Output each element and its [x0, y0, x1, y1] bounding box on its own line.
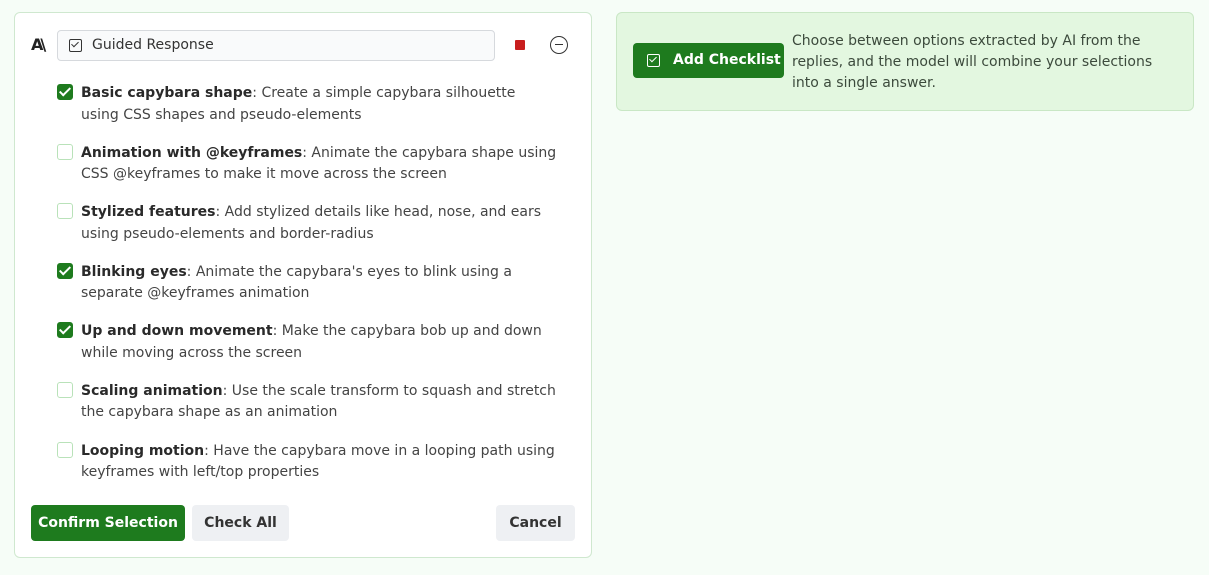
checklist-item[interactable]: Scaling animation: Use the scale transfo…: [57, 381, 557, 441]
stop-icon: [515, 40, 525, 50]
checklist-item-text: Looping motion: Have the capybara move i…: [81, 441, 557, 484]
checklist-item-title: Animation with @keyframes: [81, 144, 303, 161]
confirm-selection-button[interactable]: Confirm Selection: [31, 505, 185, 541]
checklist-item[interactable]: Looping motion: Have the capybara move i…: [57, 441, 557, 501]
add-checklist-button[interactable]: Add Checklist: [633, 43, 784, 78]
title-field[interactable]: Guided Response: [57, 30, 495, 61]
checklist-item-text: Basic capybara shape: Create a simple ca…: [81, 83, 557, 126]
checkbox-checked[interactable]: [57, 322, 73, 339]
checklist-item-title: Blinking eyes: [81, 263, 187, 280]
checklist-item-title: Stylized features: [81, 204, 216, 221]
checkbox-unchecked[interactable]: [57, 441, 73, 458]
add-checklist-label: Add Checklist: [673, 52, 781, 68]
checklist-item[interactable]: Stylized features: Add stylized details …: [57, 202, 557, 262]
guided-response-panel: A\ Guided Response Basic capybara shape:…: [14, 12, 592, 558]
checklist-icon: [69, 39, 82, 52]
checkbox-checked[interactable]: [57, 262, 73, 279]
cancel-button[interactable]: Cancel: [496, 505, 575, 541]
title-text: Guided Response: [92, 37, 214, 53]
checklist-item[interactable]: Animation with @keyframes: Animate the c…: [57, 143, 557, 203]
checklist-item[interactable]: Up and down movement: Make the capybara …: [57, 321, 557, 381]
checklist-icon: [647, 54, 660, 67]
checklist-item[interactable]: Blinking eyes: Animate the capybara's ey…: [57, 262, 557, 322]
checklist-item-title: Up and down movement: [81, 323, 273, 340]
info-text: Choose between options extracted by AI f…: [792, 33, 1153, 91]
checklist-item[interactable]: Basic capybara shape: Create a simple ca…: [57, 83, 557, 143]
checklist-item-text: Animation with @keyframes: Animate the c…: [81, 143, 557, 186]
checklist-item-text: Scaling animation: Use the scale transfo…: [81, 381, 557, 424]
checkbox-unchecked[interactable]: [57, 143, 73, 160]
checkbox-unchecked[interactable]: [57, 381, 73, 398]
checklist-item-title: Basic capybara shape: [81, 85, 253, 101]
panel-header: A\ Guided Response: [15, 13, 591, 77]
anthropic-logo-icon: A\: [31, 35, 46, 54]
checkbox-checked[interactable]: [57, 84, 73, 100]
checklist-item-text: Blinking eyes: Animate the capybara's ey…: [81, 262, 557, 305]
check-all-button[interactable]: Check All: [192, 505, 289, 541]
checklist-item-text: Up and down movement: Make the capybara …: [81, 321, 557, 364]
checkbox-unchecked[interactable]: [57, 203, 73, 220]
checklist: Basic capybara shape: Create a simple ca…: [57, 83, 557, 500]
checklist-item-title: Looping motion: [81, 442, 205, 459]
collapse-button[interactable]: [550, 36, 568, 54]
checklist-item-title: Scaling animation: [81, 382, 223, 399]
info-panel: Add Checklist Choose between options ext…: [616, 12, 1194, 111]
stop-button[interactable]: [512, 37, 528, 53]
checklist-item-text: Stylized features: Add stylized details …: [81, 202, 557, 245]
